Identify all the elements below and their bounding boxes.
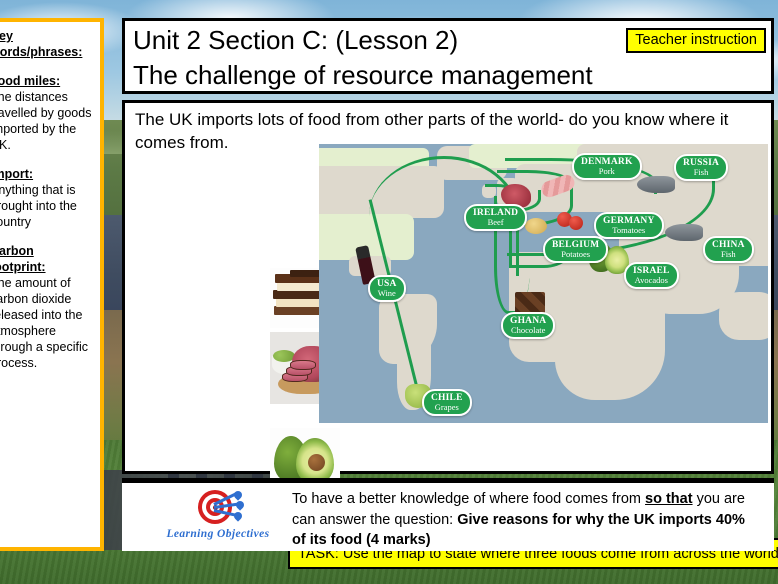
learning-objectives-caption: Learning Objectives (166, 528, 270, 540)
map-label-chile: CHILE Grapes (422, 389, 472, 417)
sidebar-definition-import: Anything that is brought into the countr… (0, 183, 77, 229)
map-label-germany: GERMANY Tomatoes (594, 212, 664, 240)
map-label-israel: ISRAEL Avocados (624, 262, 679, 290)
target-dartboard-icon (198, 487, 246, 527)
map-label-ghana: GHANA Chocolate (501, 312, 556, 340)
lo-text-part1: To have a better knowledge of where food… (292, 491, 646, 507)
tomato-icon (569, 216, 583, 230)
lo-text-so-that: so that (645, 491, 693, 507)
sidebar-term-food-miles: Food miles: (0, 74, 61, 88)
map-label-ireland: IRELAND Beef (464, 204, 528, 232)
map-label-denmark: DENMARK Pork (572, 153, 642, 181)
sidebar-definition-food-miles: The distances travelled by goods importe… (0, 90, 92, 152)
map-label-usa: USA Wine (368, 275, 406, 303)
teacher-instruction-badge: Teacher instruction (626, 28, 766, 54)
slide-title-box: Unit 2 Section C: (Lesson 2) The challen… (122, 18, 774, 94)
sidebar-heading: Key words/phrases: (0, 29, 83, 59)
main-content-panel: The UK imports lots of food from other p… (122, 100, 778, 569)
map-label-belgium: BELGIUM Potatoes (543, 236, 609, 264)
sidebar-definition-carbon-footprint: The amount of carbon dioxide released in… (0, 276, 88, 370)
map-label-russia: RUSSIA Fish (674, 154, 729, 182)
potato-icon (525, 218, 547, 234)
map-label-china: CHINA Fish (703, 236, 754, 264)
fish-china-icon (665, 224, 703, 241)
page-title-line-2: The challenge of resource management (133, 59, 593, 90)
key-words-sidebar: Key words/phrases: Food miles: The dista… (0, 18, 104, 551)
world-food-imports-map: USA Wine IRELAND Beef DENMARK Pork RUSSIA Fi… (319, 144, 768, 423)
learning-objectives-icon-group: Learning Objectives (148, 487, 288, 540)
learning-objectives-text: To have a better knowledge of where food… (292, 489, 762, 551)
sidebar-term-import: Import: (0, 167, 34, 181)
fish-russia-icon (637, 176, 675, 193)
sidebar-term-carbon-footprint: Carbon footprint: (0, 244, 46, 274)
learning-objectives-panel: Learning Objectives To have a better kno… (122, 478, 774, 551)
